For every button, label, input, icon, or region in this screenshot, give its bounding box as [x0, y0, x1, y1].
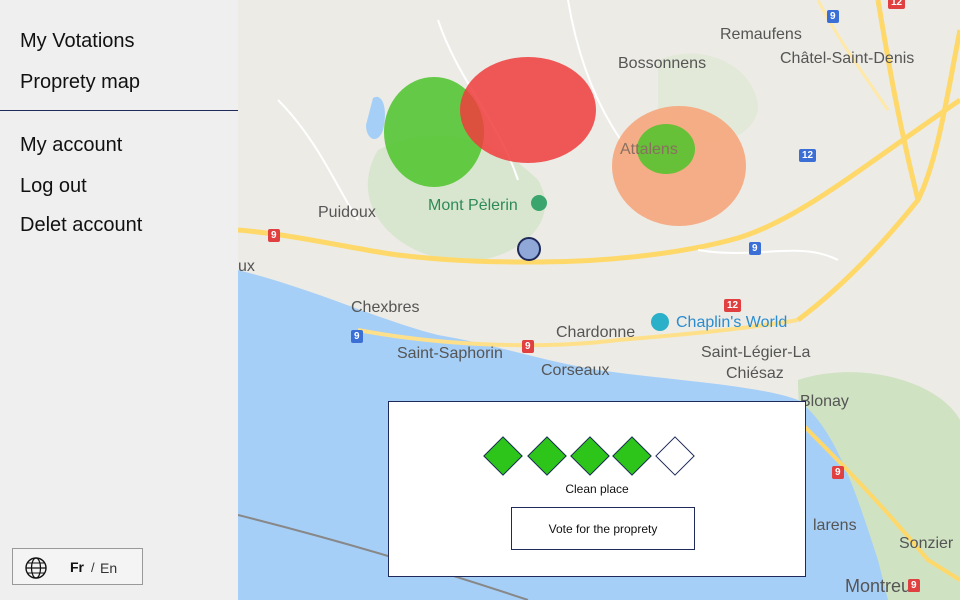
map-label-chardonne: Chardonne: [556, 324, 636, 341]
map-label-mont-pelerin: Mont Pèlerin: [428, 197, 518, 214]
map-label-remaufens: Remaufens: [720, 26, 802, 43]
language-separator: /: [91, 560, 95, 575]
map-label-puidoux: Puidoux: [318, 204, 376, 221]
map-label-saint-saphorin: Saint-Saphorin: [397, 345, 503, 362]
language-switcher[interactable]: Fr / En: [12, 548, 143, 585]
zone-red[interactable]: [460, 57, 596, 163]
road-badge-9: 9: [749, 242, 761, 255]
road-badge-12: 12: [888, 0, 906, 9]
road-badge-9: 9: [908, 579, 920, 592]
nav-property-map[interactable]: Proprety map: [20, 71, 140, 94]
map-label-ux: ux: [238, 258, 255, 275]
rating-label: Clean place: [565, 482, 629, 496]
map-label-chexbres: Chexbres: [351, 299, 420, 316]
language-fr[interactable]: Fr: [70, 559, 84, 575]
map-label-blonay: Blonay: [800, 393, 849, 410]
road-badge-9: 9: [827, 10, 839, 23]
map-label-sonzier: Sonzier: [899, 535, 954, 552]
language-en[interactable]: En: [100, 560, 117, 576]
nav-delete-account[interactable]: Delet account: [20, 214, 142, 237]
map-label-saint-legier: Saint-Légier-La: [701, 344, 811, 361]
map-label-chatel: Châtel-Saint-Denis: [780, 50, 915, 67]
road-badge-9: 9: [268, 229, 280, 242]
map-label-corseaux: Corseaux: [541, 362, 610, 379]
road-badge-9: 9: [351, 330, 363, 343]
road-badge-9: 9: [832, 466, 844, 479]
road-badge-12: 12: [724, 299, 742, 312]
globe-icon: [25, 557, 47, 579]
sidebar: My Votations Proprety map My account Log…: [0, 0, 238, 600]
road-badge-9: 9: [522, 340, 534, 353]
map-label-bossonnens: Bossonnens: [618, 55, 707, 72]
map-label-attalens: Attalens: [620, 141, 678, 158]
nav-my-account[interactable]: My account: [20, 134, 122, 157]
map-label-clarens: larens: [813, 517, 857, 534]
map-label-chiesaz: Chiésaz: [726, 365, 784, 382]
nav-log-out[interactable]: Log out: [20, 175, 87, 198]
road-badge-12: 12: [799, 149, 817, 162]
vote-button[interactable]: Vote for the proprety: [511, 507, 695, 550]
nav-my-votations[interactable]: My Votations: [20, 30, 135, 53]
selected-property-marker[interactable]: [517, 237, 541, 261]
sidebar-divider: [0, 110, 238, 111]
map-label-chaplin: Chaplin's World: [676, 314, 788, 331]
museum-poi-icon: [651, 313, 669, 331]
mountain-poi-icon: [531, 195, 547, 211]
